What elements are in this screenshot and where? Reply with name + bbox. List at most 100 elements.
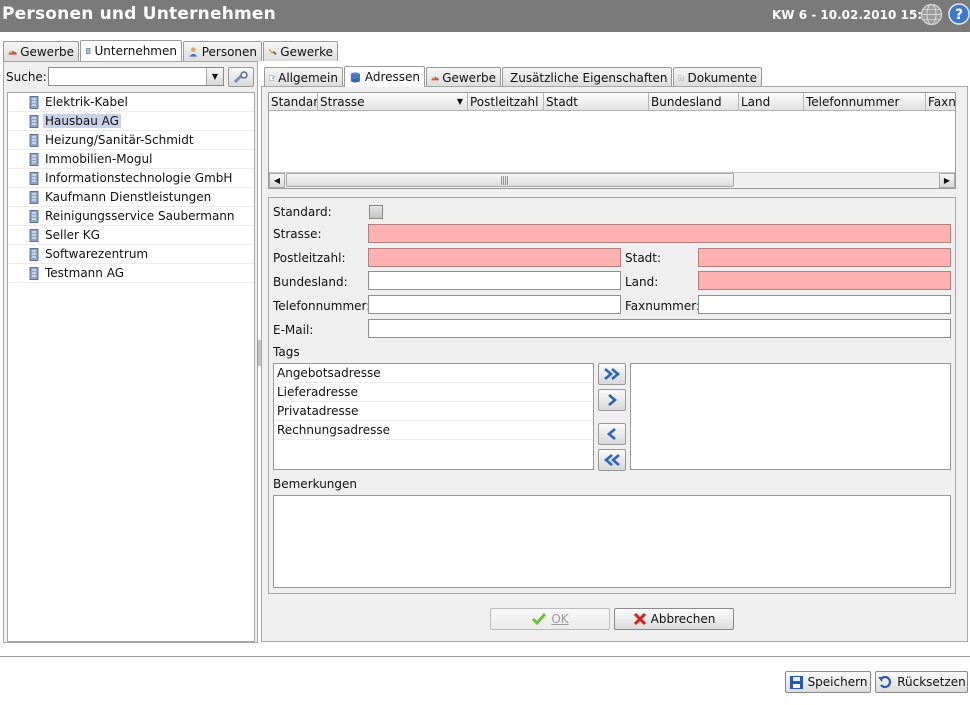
list-item[interactable]: Privatadresse [274, 402, 592, 421]
tab-zusaetzliche-eigenschaften[interactable]: Zusätzliche Eigenschaften [502, 67, 672, 87]
column-header[interactable]: Postleitzahl [468, 93, 544, 110]
search-combobox[interactable] [48, 67, 224, 86]
column-header[interactable]: Stadt [544, 93, 649, 110]
bundesland-field[interactable] [368, 271, 621, 290]
search-button[interactable] [228, 67, 254, 87]
list-item[interactable]: Informationstechnologie GmbH [8, 169, 254, 188]
list-item[interactable]: Reinigungsservice Saubermann [8, 207, 254, 226]
faxnummer-label: Faxnummer: [625, 299, 700, 313]
column-header[interactable]: Standard [269, 93, 318, 110]
tab-label: Unternehmen [94, 44, 177, 58]
list-item[interactable]: Kaufmann Dienstleistungen [8, 188, 254, 207]
tab-gewerbe[interactable]: Gewerbe [3, 41, 79, 61]
scroll-thumb[interactable] [286, 173, 734, 187]
gewerbe-icon [8, 50, 17, 55]
double-chevron-right-icon [604, 368, 621, 380]
list-item[interactable]: Rechnungsadresse [274, 421, 592, 440]
company-icon [29, 115, 39, 128]
column-header[interactable]: Telefonnummer [804, 93, 926, 110]
standard-checkbox[interactable] [369, 205, 383, 219]
list-item[interactable]: Lieferadresse [274, 383, 592, 402]
globe-icon[interactable] [920, 3, 943, 26]
email-field[interactable] [368, 319, 951, 338]
chevron-left-icon [606, 428, 616, 440]
company-icon [29, 191, 39, 204]
postleitzahl-field[interactable] [368, 248, 621, 267]
tab-allgemein[interactable]: Allgemein [264, 67, 343, 87]
reset-label: Rücksetzen [897, 675, 966, 689]
list-item[interactable]: Softwarezentrum [8, 245, 254, 264]
list-item-selected[interactable]: Hausbau AG [8, 112, 254, 131]
postleitzahl-label: Postleitzahl: [273, 251, 346, 265]
list-item[interactable]: Angebotsadresse [274, 364, 592, 383]
stadt-field[interactable] [698, 248, 951, 267]
standard-label: Standard: [273, 205, 332, 219]
edit-icon [269, 75, 275, 81]
sort-desc-icon: ▼ [456, 97, 463, 106]
column-header-sorted[interactable]: Strasse ▼ [318, 93, 468, 110]
divider [0, 656, 970, 657]
remove-all-tags-button[interactable] [598, 449, 626, 471]
list-item[interactable]: Seller KG [8, 226, 254, 245]
strasse-field[interactable] [368, 224, 951, 243]
tab-gewerke[interactable]: Gewerke [263, 41, 338, 61]
search-tools-icon [234, 71, 248, 83]
help-icon[interactable]: ? [948, 3, 970, 25]
company-icon [29, 229, 39, 242]
tab-gewerbe-detail[interactable]: Gewerbe [426, 67, 501, 87]
bemerkungen-textarea[interactable] [273, 495, 951, 588]
week-date-time: KW 6 - 10.02.2010 15:02 [772, 8, 939, 22]
company-name: Elektrik-Kabel [45, 95, 128, 109]
remove-tag-button[interactable] [598, 423, 626, 445]
company-name: Reinigungsservice Saubermann [45, 209, 235, 223]
add-all-tags-button[interactable] [598, 363, 626, 385]
column-header[interactable]: Land [739, 93, 804, 110]
save-button[interactable]: Speichern [785, 671, 871, 693]
tab-label: Adressen [364, 70, 420, 84]
add-tag-button[interactable] [598, 389, 626, 411]
cancel-button[interactable]: Abbrechen [614, 608, 734, 630]
email-label: E-Mail: [273, 323, 314, 337]
company-list[interactable]: Elektrik-Kabel Hausbau AG Heizung/Sanitä… [7, 92, 255, 642]
company-icon [29, 96, 39, 109]
column-header[interactable]: Bundesland [649, 93, 739, 110]
tab-personen[interactable]: Personen [183, 41, 262, 61]
scroll-right-icon[interactable]: ▶ [939, 173, 955, 188]
tools-icon [268, 48, 277, 55]
company-name: Softwarezentrum [45, 247, 149, 261]
available-tags-list[interactable]: Angebotsadresse Lieferadresse Privatadre… [273, 363, 594, 470]
assigned-tags-list[interactable] [630, 363, 951, 470]
tab-label: Allgemein [278, 70, 338, 85]
tab-label: Personen [201, 44, 257, 59]
faxnummer-field[interactable] [698, 295, 951, 314]
land-field[interactable] [698, 271, 951, 290]
list-item[interactable]: Elektrik-Kabel [8, 93, 254, 112]
tab-label: Dokumente [687, 70, 757, 85]
telefonnummer-field[interactable] [368, 295, 621, 314]
checkmark-icon [532, 613, 547, 626]
tags-label: Tags [273, 345, 300, 359]
undo-icon [878, 675, 892, 689]
double-chevron-left-icon [603, 454, 620, 466]
scroll-left-icon[interactable]: ◀ [269, 173, 285, 188]
company-name: Immobilien-Mogul [45, 152, 153, 166]
svg-text:?: ? [955, 7, 963, 23]
strasse-label: Strasse: [273, 227, 322, 241]
tab-adressen[interactable]: Adressen [344, 66, 425, 87]
company-name: Kaufmann Dienstleistungen [45, 190, 212, 204]
telefonnummer-label: Telefonnummer: [273, 299, 371, 313]
chevron-down-icon[interactable]: ▼ [206, 68, 223, 85]
company-icon [29, 172, 39, 185]
tab-unternehmen[interactable]: Unternehmen [80, 40, 182, 61]
column-header[interactable]: Faxnummer [926, 93, 955, 110]
search-label: Suche: [6, 70, 47, 84]
tab-dokumente[interactable]: Dokumente [673, 67, 762, 87]
list-item[interactable]: Testmann AG [8, 264, 254, 283]
reset-button[interactable]: Rücksetzen [875, 671, 968, 693]
ok-button[interactable]: OK [490, 608, 610, 630]
document-icon [678, 74, 684, 81]
list-item[interactable]: Heizung/Sanitär-Schmidt [8, 131, 254, 150]
app-title: Personen und Unternehmen [2, 4, 276, 24]
bundesland-label: Bundesland: [273, 275, 348, 289]
list-item[interactable]: Immobilien-Mogul [8, 150, 254, 169]
